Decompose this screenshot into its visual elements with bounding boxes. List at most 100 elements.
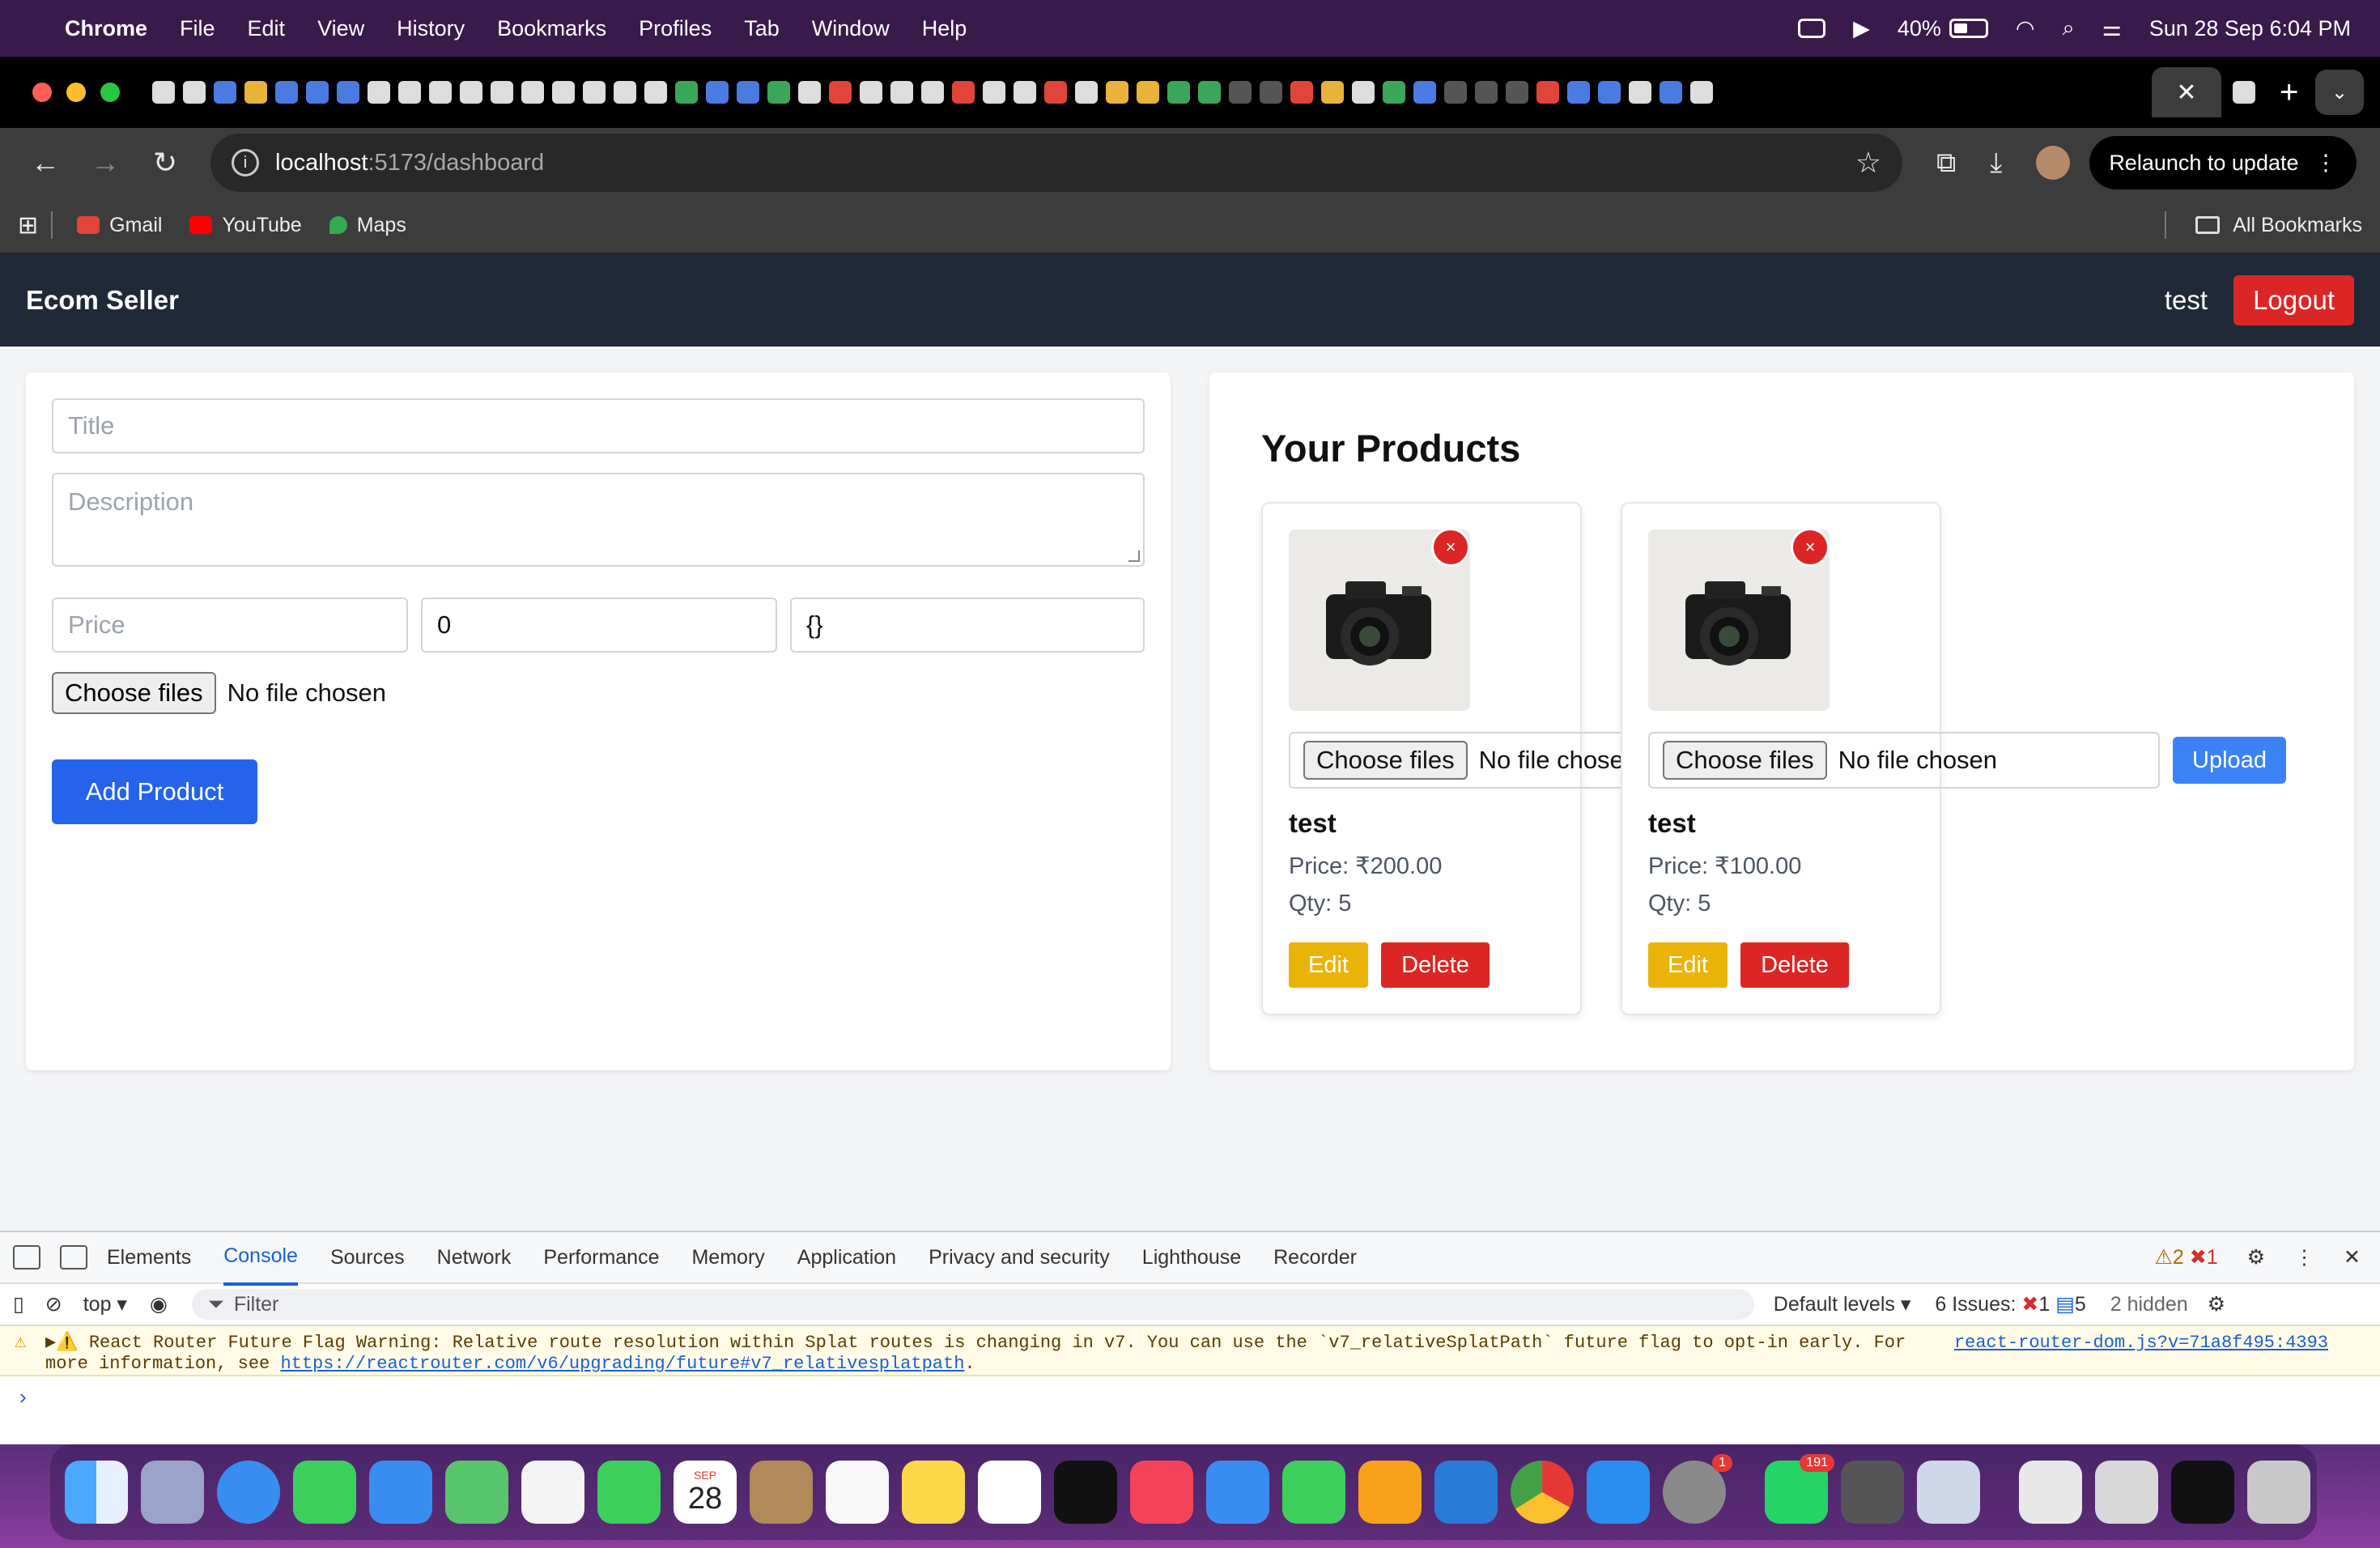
tab-favicon[interactable] — [1014, 81, 1036, 104]
chrome-icon[interactable] — [1511, 1461, 1574, 1524]
device-toolbar-icon[interactable] — [60, 1245, 87, 1269]
zoom-window-button[interactable] — [100, 83, 120, 102]
pages-icon[interactable] — [1358, 1461, 1422, 1524]
price-input[interactable]: Price — [52, 598, 408, 653]
launchpad-icon[interactable] — [141, 1461, 204, 1524]
menu-profiles[interactable]: Profiles — [639, 16, 712, 41]
console-prompt[interactable]: › — [0, 1376, 2380, 1418]
tab-performance[interactable]: Performance — [543, 1231, 659, 1284]
apple-tv-icon[interactable] — [1054, 1461, 1117, 1524]
tab-favicon[interactable] — [860, 81, 882, 104]
remove-image-button[interactable]: × — [1791, 528, 1830, 567]
google-tab-favicon[interactable] — [2233, 81, 2255, 104]
tab-favicon[interactable] — [798, 81, 821, 104]
recent-window-icon[interactable] — [2171, 1461, 2234, 1524]
add-product-button[interactable]: Add Product — [52, 759, 257, 824]
reload-icon[interactable]: ↻ — [141, 138, 189, 187]
play-icon[interactable]: ▶ — [1853, 16, 1870, 41]
tab-favicon[interactable] — [429, 81, 452, 104]
tab-favicon[interactable] — [491, 81, 513, 104]
tab-favicon[interactable] — [214, 81, 236, 104]
bookmark-youtube[interactable]: YouTube — [189, 214, 302, 237]
trash-icon[interactable] — [2247, 1461, 2310, 1524]
tab-favicon[interactable] — [1536, 81, 1559, 104]
quantity-input[interactable]: 0 — [421, 598, 777, 653]
menu-window[interactable]: Window — [812, 16, 890, 41]
tab-favicon[interactable] — [1352, 81, 1375, 104]
choose-files-button[interactable]: Choose files — [1663, 741, 1827, 780]
menu-history[interactable]: History — [397, 16, 465, 41]
tab-favicon[interactable] — [460, 81, 482, 104]
menu-datetime[interactable]: Sun 28 Sep 6:04 PM — [2149, 16, 2351, 41]
battery-indicator[interactable]: 40% — [1898, 16, 1988, 41]
issues-summary[interactable]: 6 Issues: ✖1 ▤5 — [1935, 1292, 2085, 1316]
tab-application[interactable]: Application — [797, 1231, 896, 1284]
edit-button[interactable]: Edit — [1648, 942, 1728, 988]
description-textarea[interactable]: Description — [52, 473, 1145, 567]
tab-favicon[interactable] — [583, 81, 606, 104]
image-file-input[interactable]: Choose files No file chosen — [52, 672, 386, 714]
freeform-icon[interactable] — [978, 1461, 1041, 1524]
menu-help[interactable]: Help — [922, 16, 967, 41]
menu-file[interactable]: File — [180, 16, 215, 41]
tab-favicon[interactable] — [152, 81, 175, 104]
close-window-button[interactable] — [32, 83, 52, 102]
title-input[interactable]: Title — [52, 398, 1145, 453]
tab-favicon[interactable] — [737, 81, 759, 104]
tab-sources[interactable]: Sources — [330, 1231, 405, 1284]
numbers-icon[interactable] — [1282, 1461, 1345, 1524]
tab-favicon[interactable] — [1629, 81, 1651, 104]
music-icon[interactable] — [1130, 1461, 1193, 1524]
notes-icon[interactable] — [902, 1461, 965, 1524]
tab-favicon[interactable] — [983, 81, 1005, 104]
calendar-icon[interactable]: SEP 28 — [674, 1461, 737, 1524]
tab-memory[interactable]: Memory — [691, 1231, 764, 1284]
tab-favicon[interactable] — [829, 81, 852, 104]
menu-edit[interactable]: Edit — [248, 16, 286, 41]
extensions-puzzle-icon[interactable]: ⧉ — [1936, 147, 1956, 179]
tab-favicon[interactable] — [1198, 81, 1221, 104]
tab-favicon[interactable] — [614, 81, 636, 104]
mail-icon[interactable] — [369, 1461, 432, 1524]
delete-button[interactable]: Delete — [1740, 942, 1849, 988]
calculator-icon[interactable] — [1841, 1461, 1904, 1524]
tab-lighthouse[interactable]: Lighthouse — [1142, 1231, 1241, 1284]
bookmark-maps[interactable]: Maps — [329, 214, 406, 237]
tab-favicon[interactable] — [706, 81, 729, 104]
tab-search-chevron-icon[interactable]: ⌄ — [2315, 70, 2364, 115]
preview-icon[interactable] — [1917, 1461, 1980, 1524]
tab-favicon[interactable] — [1506, 81, 1528, 104]
tab-network[interactable]: Network — [437, 1231, 512, 1284]
contacts-icon[interactable] — [750, 1461, 813, 1524]
vscode-icon[interactable] — [1434, 1461, 1498, 1524]
tab-favicon[interactable] — [521, 81, 544, 104]
brand-logo[interactable]: Ecom Seller — [26, 285, 179, 316]
tab-favicon[interactable] — [1321, 81, 1344, 104]
tab-favicon[interactable] — [675, 81, 698, 104]
tab-elements[interactable]: Elements — [107, 1231, 191, 1284]
app-store-icon[interactable] — [1587, 1461, 1650, 1524]
safari-icon[interactable] — [217, 1461, 280, 1524]
forward-arrow-icon[interactable]: → — [81, 138, 130, 187]
profile-avatar[interactable] — [2036, 146, 2071, 180]
tab-favicon[interactable] — [1690, 81, 1713, 104]
tab-favicon[interactable] — [244, 81, 267, 104]
tab-favicon[interactable] — [337, 81, 359, 104]
bookmark-star-icon[interactable]: ☆ — [1855, 146, 1881, 180]
delete-button[interactable]: Delete — [1381, 942, 1490, 988]
context-selector[interactable]: top ▾ — [83, 1292, 127, 1316]
log-levels-dropdown[interactable]: Default levels ▾ — [1774, 1292, 1911, 1316]
clear-console-icon[interactable]: ⊘ — [45, 1292, 62, 1316]
tab-favicon[interactable] — [1106, 81, 1128, 104]
finder-icon[interactable] — [65, 1461, 128, 1524]
keynote-icon[interactable] — [1206, 1461, 1269, 1524]
tab-favicon[interactable] — [1290, 81, 1313, 104]
more-options-icon[interactable]: ⋮ — [2294, 1245, 2314, 1269]
control-center-icon[interactable]: ⚌ — [2102, 16, 2122, 41]
console-settings-gear-icon[interactable]: ⚙ — [2208, 1292, 2225, 1316]
tab-favicon[interactable] — [552, 81, 575, 104]
tab-favicon[interactable] — [890, 81, 913, 104]
apps-grid-icon[interactable]: ⊞ — [18, 211, 38, 240]
tab-favicon[interactable] — [275, 81, 298, 104]
live-expression-eye-icon[interactable]: ◉ — [150, 1292, 168, 1316]
